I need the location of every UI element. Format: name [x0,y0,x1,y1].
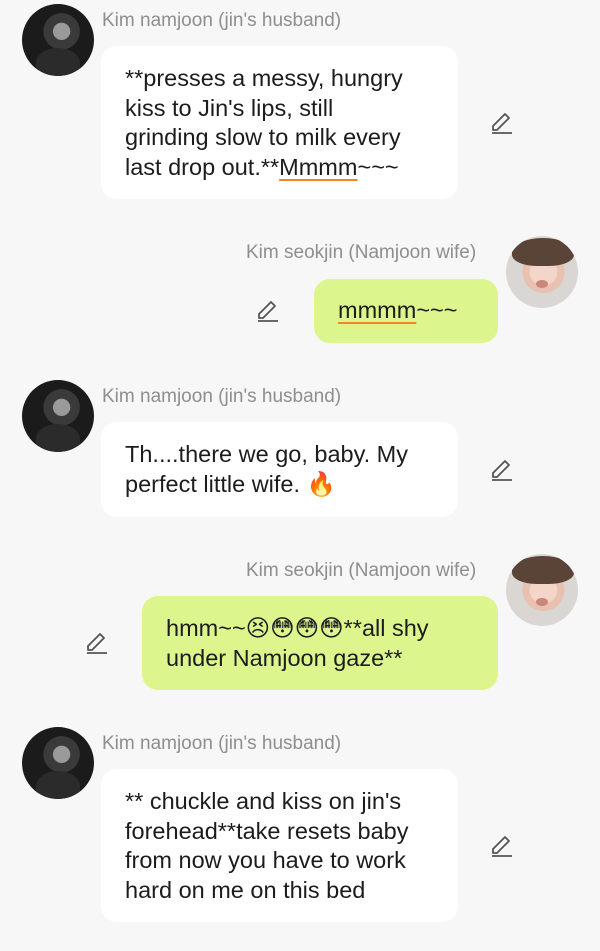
message-line: forehead**take resets baby [125,817,409,844]
avatar-namjoon[interactable] [22,727,94,799]
message-line: last drop out.**Mmmm~~~ [125,153,399,180]
message-line: perfect little wife. 🔥 [125,470,336,497]
message-bubble[interactable]: ** chuckle and kiss on jin's forehead**t… [101,769,458,922]
avatar-seokjin[interactable] [506,236,578,308]
pencil-icon[interactable] [255,298,281,324]
pencil-icon[interactable] [489,833,515,859]
misspelled-word: mmmm [338,297,417,323]
pencil-icon[interactable] [84,630,110,656]
message-line: **presses a messy, hungry [125,65,403,91]
pencil-icon[interactable] [489,110,515,136]
message-bubble[interactable]: **presses a messy, hungry kiss to Jin's … [101,46,458,199]
message-line: ** chuckle and kiss on jin's [125,788,402,814]
avatar-namjoon[interactable] [22,380,94,452]
message-bubble[interactable]: mmmm~~~ [314,279,498,343]
sender-name: Kim namjoon (jin's husband) [102,733,342,754]
message-line: hmm~~😣😳😳😳**all shy [166,615,429,641]
message-line: from now you have to work [125,847,406,873]
sender-name: Kim namjoon (jin's husband) [102,10,342,31]
message-line: Th....there we go, baby. My [125,441,408,467]
pencil-icon[interactable] [489,457,515,483]
message-bubble[interactable]: hmm~~😣😳😳😳**all shy under Namjoon gaze** [142,596,498,690]
sender-name: Kim seokjin (Namjoon wife) [246,242,477,263]
message-bubble[interactable]: Th....there we go, baby. My perfect litt… [101,422,458,517]
message-line: kiss to Jin's lips, still [125,94,334,121]
message-line: under Namjoon gaze** [166,644,403,671]
message-line: mmmm~~~ [338,297,458,323]
message-line: hard on me on this bed [125,876,366,903]
message-line: grinding slow to milk every [125,124,401,150]
avatar-seokjin[interactable] [506,554,578,626]
sender-name: Kim seokjin (Namjoon wife) [246,560,477,581]
misspelled-word: Mmmm [279,153,358,180]
avatar-namjoon[interactable] [22,4,94,76]
sender-name: Kim namjoon (jin's husband) [102,386,342,407]
